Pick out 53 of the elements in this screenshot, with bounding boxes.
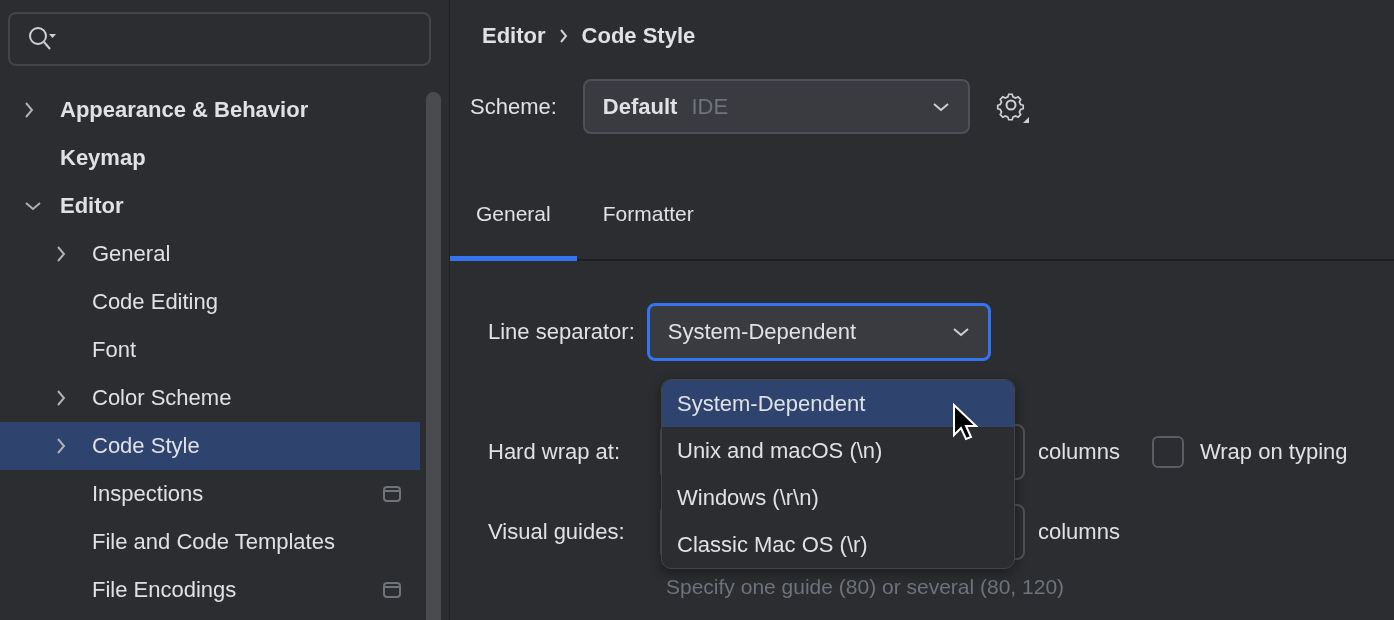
mouse-pointer-icon — [952, 403, 978, 443]
tree-item-label: Code Style — [92, 433, 200, 459]
menu-option[interactable]: Unix and macOS (\n) — [662, 427, 1014, 474]
menu-option[interactable]: System-Dependent — [662, 380, 1014, 427]
line-separator-dropdown[interactable]: System-Dependent — [646, 303, 991, 361]
menu-option[interactable]: Classic Mac OS (\r) — [662, 521, 1014, 568]
tree-item-label: Keymap — [60, 145, 146, 171]
tree-item-label: File Encodings — [92, 577, 237, 603]
tree-item[interactable]: Editor — [0, 182, 420, 230]
tree-item-label: File and Code Templates — [92, 529, 335, 555]
tree-item-label: Font — [92, 337, 137, 363]
tree-item[interactable]: Code Style — [0, 422, 420, 470]
tree-item[interactable]: Code Editing — [0, 278, 420, 326]
tree-item-label: Code Editing — [92, 289, 218, 315]
tree-item[interactable]: File and Code Templates — [0, 518, 420, 566]
chevron-down-icon — [931, 101, 950, 112]
tree-item-label: Color Scheme — [92, 385, 232, 411]
tree-item[interactable]: Keymap — [0, 134, 420, 182]
chevron-right-icon[interactable] — [56, 389, 66, 407]
hint-text: Specify one guide (80) or several (80, 120) — [666, 575, 1066, 599]
chevron-right-icon[interactable] — [24, 101, 34, 119]
menu-option[interactable]: Windows (\r\n) — [662, 474, 1014, 521]
tab[interactable]: General — [450, 202, 577, 261]
scheme-dropdown[interactable]: Default IDE — [582, 79, 970, 134]
tree-item-label: Inspections — [92, 481, 204, 507]
line-separator-label: Line separator: — [488, 319, 635, 345]
scheme-label: Scheme: — [470, 93, 557, 120]
chevron-right-icon[interactable] — [56, 245, 66, 263]
checkbox[interactable] — [1151, 436, 1184, 468]
tab[interactable]: Formatter — [576, 202, 720, 261]
unit-label: columns — [1038, 519, 1120, 545]
tree-item-label: Appearance & Behavior — [60, 97, 309, 123]
hard-wrap-label: Hard wrap at: — [488, 439, 622, 465]
chevron-down-icon — [951, 327, 970, 337]
search-field[interactable] — [8, 12, 431, 66]
visual-guides-label: Visual guides: — [488, 519, 626, 545]
checkbox-label: Wrap on typing — [1199, 439, 1348, 465]
tree-item[interactable]: General — [0, 230, 420, 278]
scrollbar[interactable] — [426, 92, 441, 620]
tree-item[interactable]: Appearance & Behavior — [0, 86, 420, 134]
tree-item-label: General — [92, 241, 171, 267]
chevron-right-icon — [559, 29, 568, 43]
tree-item[interactable]: Color Scheme — [0, 374, 420, 422]
tree-item[interactable]: Inspections — [0, 470, 420, 518]
tree-item[interactable]: File Encodings — [0, 566, 420, 614]
breadcrumb-item: Editor — [482, 23, 546, 49]
search-icon — [28, 26, 58, 52]
unit-label: columns — [1038, 439, 1120, 465]
chevron-down-icon[interactable] — [24, 201, 42, 211]
tree-item-label: Editor — [60, 193, 124, 219]
chevron-right-icon[interactable] — [56, 437, 66, 455]
tree-item[interactable]: Font — [0, 326, 420, 374]
breadcrumb-item: Code Style — [581, 23, 696, 49]
